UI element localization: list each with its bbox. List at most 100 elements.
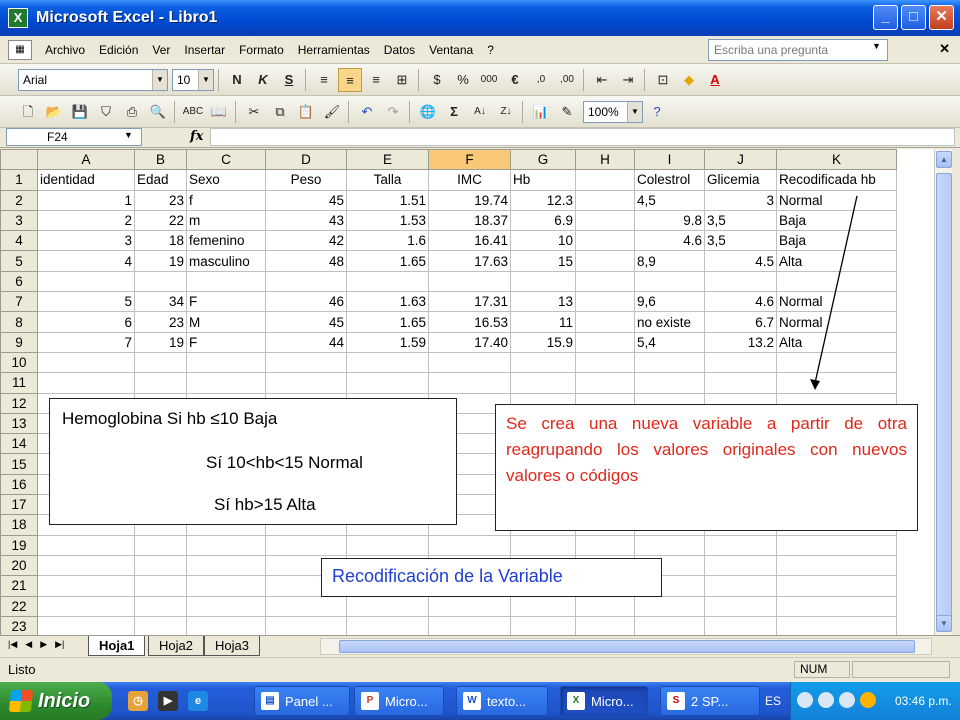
cell-j23[interactable] — [704, 615, 777, 635]
close-button[interactable]: ✕ — [929, 5, 954, 30]
fill-color-icon[interactable]: ◆ — [677, 68, 701, 92]
percent-style-icon[interactable]: % — [451, 68, 475, 92]
cell-g22[interactable] — [510, 595, 576, 617]
chevron-down-icon[interactable]: ▼ — [152, 69, 167, 90]
cell-k4[interactable]: Baja — [776, 230, 897, 252]
cell-j4[interactable]: 3,5 — [704, 230, 777, 252]
cell-h11[interactable] — [575, 372, 635, 394]
cell-g2[interactable]: 12.3 — [510, 189, 576, 211]
cell-i2[interactable]: 4,5 — [634, 189, 705, 211]
cell-c9[interactable]: F — [186, 331, 266, 353]
prev-sheet-icon[interactable]: ◀ — [25, 639, 32, 650]
cell-f8[interactable]: 16.53 — [428, 311, 511, 333]
cell-d10[interactable] — [265, 351, 347, 374]
cell-h10[interactable] — [575, 351, 635, 374]
cell-k11[interactable] — [776, 372, 897, 394]
row-header[interactable]: 6 — [0, 270, 38, 293]
cell-j1[interactable]: Glicemia — [704, 169, 777, 191]
cell-e7[interactable]: 1.63 — [346, 291, 429, 313]
decrease-indent-icon[interactable]: ⇤ — [590, 68, 614, 92]
cell-f2[interactable]: 19.74 — [428, 189, 511, 211]
cell-d5[interactable]: 48 — [265, 250, 347, 272]
row-header[interactable]: 16 — [0, 473, 38, 496]
doc-close-icon[interactable]: ✕ — [939, 41, 950, 57]
redo-icon[interactable]: ↷ — [381, 100, 405, 124]
cell-h7[interactable] — [575, 291, 635, 313]
cell-a22[interactable] — [37, 595, 135, 617]
cell-i8[interactable]: no existe — [634, 311, 705, 333]
cell-c7[interactable]: F — [186, 291, 266, 313]
cell-b8[interactable]: 23 — [134, 311, 187, 333]
cell-g9[interactable]: 15.9 — [510, 331, 576, 353]
print-icon[interactable]: ⎙ — [120, 100, 144, 124]
cell-f7[interactable]: 17.31 — [428, 291, 511, 313]
cell-d2[interactable]: 45 — [265, 189, 347, 211]
chevron-down-icon[interactable]: ▼ — [124, 130, 133, 140]
bold-button[interactable]: N — [225, 68, 249, 92]
cell-h22[interactable] — [575, 595, 635, 617]
cell-i5[interactable]: 8,9 — [634, 250, 705, 272]
chart-wizard-icon[interactable]: 📊 — [529, 100, 553, 124]
column-header-j[interactable]: J — [704, 149, 777, 171]
menu-archivo[interactable]: Archivo — [38, 43, 92, 57]
cell-h19[interactable] — [575, 534, 635, 556]
cell-g8[interactable]: 11 — [510, 311, 576, 333]
scroll-thumb[interactable] — [339, 640, 915, 653]
select-all-corner[interactable] — [0, 149, 38, 171]
cell-b4[interactable]: 18 — [134, 230, 187, 252]
cell-g6[interactable] — [510, 270, 576, 293]
cell-f23[interactable] — [428, 615, 511, 635]
column-header-a[interactable]: A — [37, 149, 135, 171]
cell-a11[interactable] — [37, 372, 135, 394]
borders-icon[interactable]: ⊡ — [651, 68, 675, 92]
cell-k7[interactable]: Normal — [776, 291, 897, 313]
cell-e2[interactable]: 1.51 — [346, 189, 429, 211]
font-color-icon[interactable]: A — [703, 68, 727, 92]
sort-descending-icon[interactable]: Z↓ — [494, 100, 518, 124]
cell-a10[interactable] — [37, 351, 135, 374]
cell-j2[interactable]: 3 — [704, 189, 777, 211]
menu-datos[interactable]: Datos — [377, 43, 422, 57]
cell-a23[interactable] — [37, 615, 135, 635]
row-header[interactable]: 11 — [0, 372, 38, 394]
internet-explorer-icon[interactable]: e — [188, 691, 208, 711]
cell-c5[interactable]: masculino — [186, 250, 266, 272]
cell-b20[interactable] — [134, 554, 187, 577]
cell-i19[interactable] — [634, 534, 705, 556]
row-header[interactable]: 2 — [0, 189, 38, 211]
cell-k10[interactable] — [776, 351, 897, 374]
cell-c20[interactable] — [186, 554, 266, 577]
increase-indent-icon[interactable]: ⇥ — [616, 68, 640, 92]
cell-k19[interactable] — [776, 534, 897, 556]
cell-g23[interactable] — [510, 615, 576, 635]
cell-f5[interactable]: 17.63 — [428, 250, 511, 272]
cell-d8[interactable]: 45 — [265, 311, 347, 333]
cell-e6[interactable] — [346, 270, 429, 293]
vertical-scrollbar[interactable]: ▲ ▼ — [934, 149, 952, 635]
menu-insertar[interactable]: Insertar — [177, 43, 232, 57]
cell-k23[interactable] — [776, 615, 897, 635]
open-folder-icon[interactable]: 📂 — [42, 100, 66, 124]
copy-icon[interactable]: ⧉ — [268, 100, 292, 124]
cell-k20[interactable] — [776, 554, 897, 577]
row-header[interactable]: 1 — [0, 169, 38, 191]
cell-h9[interactable] — [575, 331, 635, 353]
cell-e11[interactable] — [346, 372, 429, 394]
align-left-icon[interactable]: ≡ — [312, 68, 336, 92]
cell-k2[interactable]: Normal — [776, 189, 897, 211]
cell-b21[interactable] — [134, 575, 187, 597]
cut-icon[interactable]: ✂ — [242, 100, 266, 124]
row-header[interactable]: 21 — [0, 575, 38, 597]
cell-a7[interactable]: 5 — [37, 291, 135, 313]
menu-help[interactable]: ? — [480, 43, 501, 57]
tray-arrow-icon[interactable] — [797, 692, 813, 708]
network-icon[interactable] — [818, 692, 834, 708]
print-preview-icon[interactable]: 🔍 — [146, 100, 170, 124]
first-sheet-icon[interactable]: |◀ — [8, 639, 17, 650]
quicklaunch-media-icon[interactable]: ▶ — [158, 691, 178, 711]
row-header[interactable]: 17 — [0, 494, 38, 516]
tab-hoja1[interactable]: Hoja1 — [88, 636, 146, 656]
next-sheet-icon[interactable]: ▶ — [40, 639, 47, 650]
column-header-h[interactable]: H — [575, 149, 635, 171]
currency-style-icon[interactable]: $ — [425, 68, 449, 92]
